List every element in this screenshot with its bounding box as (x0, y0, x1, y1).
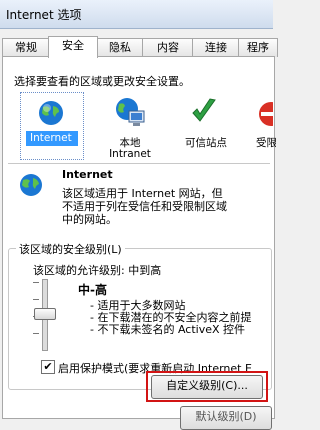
divider (8, 163, 270, 164)
tab-programs[interactable]: 程序 (238, 38, 278, 57)
allowed-level-text: 该区域的允许级别: 中到高 (33, 264, 162, 277)
trusted-sites-check-icon[interactable] (190, 96, 218, 131)
tab-strip: 常规 安全 隐私 内容 连接 程序 (0, 36, 278, 58)
slider-thumb[interactable] (34, 308, 56, 320)
local-intranet-icon[interactable] (113, 97, 147, 132)
highlight-box (146, 371, 268, 402)
protected-mode-checkbox[interactable]: ✔ (41, 360, 55, 374)
zone-label-internet: Internet (26, 131, 78, 146)
zone-detail-globe-icon (18, 172, 44, 201)
instruction-text: 选择要查看的区域或更改安全设置。 (14, 75, 190, 88)
default-level-button[interactable]: 默认级别(D) (180, 406, 272, 430)
slider-tick (33, 282, 39, 283)
zone-label-restricted: 受限 (256, 137, 276, 149)
title-bar: Internet 选项 (0, 0, 273, 29)
tab-connections[interactable]: 连接 (192, 38, 240, 57)
globe-icon (37, 99, 65, 130)
tab-content[interactable]: 内容 (142, 38, 194, 57)
zone-detail-desc-3: 中的网站。 (62, 213, 117, 226)
window-title: Internet 选项 (6, 8, 82, 22)
tab-privacy[interactable]: 隐私 (96, 38, 144, 57)
tab-security[interactable]: 安全 (48, 36, 98, 58)
level-bullet-3: - 不下载未签名的 ActiveX 控件 (90, 323, 246, 336)
level-name: 中-高 (78, 283, 107, 297)
zone-label-trusted: 可信站点 (185, 137, 227, 149)
zone-label-intranet: Intranet (109, 148, 151, 160)
slider-tick (33, 333, 39, 334)
security-level-title: 该区域的安全级别(L) (16, 241, 125, 257)
tab-general[interactable]: 常规 (2, 38, 50, 57)
zone-detail-title: Internet (62, 168, 113, 181)
restricted-sites-icon[interactable] (257, 100, 283, 131)
slider-tick (33, 299, 39, 300)
